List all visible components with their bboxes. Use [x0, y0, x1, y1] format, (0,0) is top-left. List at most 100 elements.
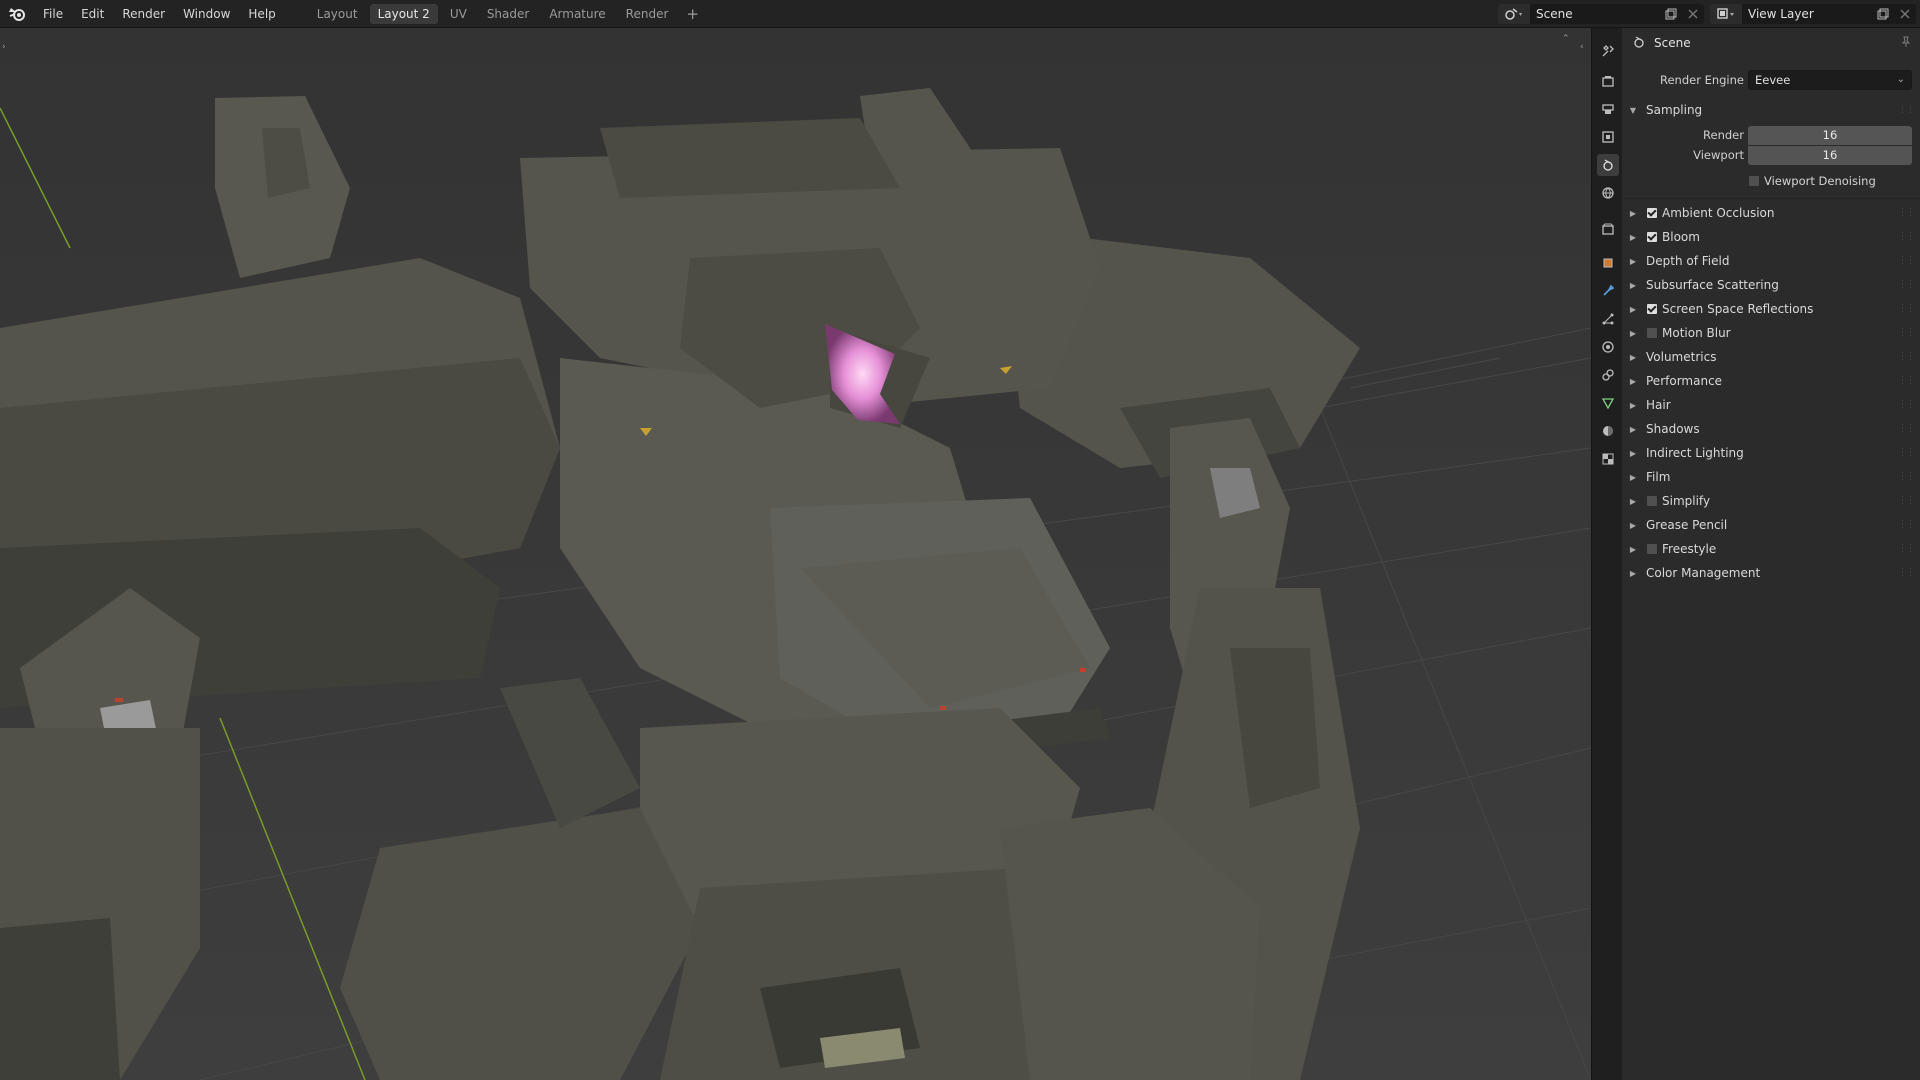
panel-sampling[interactable]: ▼ Sampling ⋮⋮ — [1622, 98, 1920, 122]
panel-label: Bloom — [1662, 230, 1700, 244]
scene-properties-icon[interactable] — [1597, 154, 1619, 176]
sampling-render-field[interactable]: 16 — [1748, 125, 1912, 145]
panel-label: Simplify — [1662, 494, 1711, 508]
drag-grip-icon[interactable]: ⋮⋮ — [1898, 448, 1915, 458]
remove-view-layer-icon[interactable] — [1894, 4, 1916, 24]
render-engine-value: Eevee — [1755, 73, 1791, 87]
data-icon[interactable] — [1597, 392, 1619, 414]
modifier-icon[interactable] — [1597, 280, 1619, 302]
render-engine-row: Render Engine Eevee ⌄ — [1622, 68, 1920, 92]
viewport-denoising-checkbox[interactable] — [1748, 175, 1760, 187]
drag-grip-icon[interactable]: ⋮⋮ — [1898, 304, 1915, 314]
drag-grip-icon[interactable]: ⋮⋮ — [1898, 352, 1915, 362]
pin-icon[interactable] — [1900, 36, 1912, 51]
panel-enable-checkbox[interactable] — [1646, 495, 1658, 507]
drag-grip-icon[interactable]: ⋮⋮ — [1898, 520, 1915, 530]
panel-enable-checkbox[interactable] — [1646, 543, 1658, 555]
collapsed-arrow-icon: ▶ — [1629, 352, 1637, 362]
toolbar-expand-icon[interactable]: › — [2, 42, 6, 52]
view-layer-selector[interactable]: View Layer — [1710, 4, 1916, 24]
drag-grip-icon[interactable]: ⋮⋮ — [1898, 400, 1915, 410]
sidebar-expand-icon[interactable]: ‹ — [1580, 42, 1584, 52]
new-scene-icon[interactable] — [1660, 4, 1682, 24]
panel-label: Motion Blur — [1662, 326, 1731, 340]
scene-selector[interactable]: Scene — [1498, 4, 1704, 24]
menu-edit[interactable]: Edit — [72, 0, 113, 28]
panel-depth-of-field[interactable]: ▶ Depth of Field ⋮⋮ — [1622, 249, 1920, 273]
menu-window[interactable]: Window — [174, 0, 239, 28]
drag-grip-icon[interactable]: ⋮⋮ — [1898, 376, 1915, 386]
panel-shadows[interactable]: ▶ Shadows ⋮⋮ — [1622, 417, 1920, 441]
tab-uv[interactable]: UV — [442, 4, 475, 24]
panel-hair[interactable]: ▶ Hair ⋮⋮ — [1622, 393, 1920, 417]
panel-grease-pencil[interactable]: ▶ Grease Pencil ⋮⋮ — [1622, 513, 1920, 537]
sampling-viewport-field[interactable]: 16 — [1748, 145, 1912, 165]
tab-shader[interactable]: Shader — [479, 4, 538, 24]
drag-grip-icon[interactable]: ⋮⋮ — [1898, 568, 1915, 578]
panel-motion-blur[interactable]: ▶ Motion Blur ⋮⋮ — [1622, 321, 1920, 345]
add-workspace-button[interactable]: + — [680, 5, 705, 23]
drag-grip-icon[interactable]: ⋮⋮ — [1898, 424, 1915, 434]
panel-indirect-lighting[interactable]: ▶ Indirect Lighting ⋮⋮ — [1622, 441, 1920, 465]
panel-enable-checkbox[interactable] — [1646, 327, 1658, 339]
view-layer-icon[interactable] — [1710, 4, 1742, 24]
collapsed-arrow-icon: ▶ — [1629, 208, 1637, 218]
panel-bloom[interactable]: ▶ Bloom ⋮⋮ — [1622, 225, 1920, 249]
drag-grip-icon[interactable]: ⋮⋮ — [1898, 232, 1915, 242]
physics-icon[interactable] — [1597, 336, 1619, 358]
panel-film[interactable]: ▶ Film ⋮⋮ — [1622, 465, 1920, 489]
tab-layout-2[interactable]: Layout 2 — [369, 3, 438, 24]
panel-color-management[interactable]: ▶ Color Management ⋮⋮ — [1622, 561, 1920, 585]
render-engine-dropdown[interactable]: Eevee ⌄ — [1748, 70, 1912, 90]
new-view-layer-icon[interactable] — [1872, 4, 1894, 24]
panel-screen-space-reflections[interactable]: ▶ Screen Space Reflections ⋮⋮ — [1622, 297, 1920, 321]
tab-armature[interactable]: Armature — [541, 4, 613, 24]
panel-label: Screen Space Reflections — [1662, 302, 1814, 316]
drag-grip-icon[interactable]: ⋮⋮ — [1898, 208, 1915, 218]
menu-render[interactable]: Render — [113, 0, 174, 28]
drag-grip-icon[interactable]: ⋮⋮ — [1898, 280, 1915, 290]
drag-grip-icon[interactable]: ⋮⋮ — [1898, 496, 1915, 506]
scene-icon[interactable] — [1498, 4, 1530, 24]
panel-performance[interactable]: ▶ Performance ⋮⋮ — [1622, 369, 1920, 393]
panel-enable-checkbox[interactable] — [1646, 231, 1658, 243]
material-icon[interactable] — [1597, 420, 1619, 442]
blender-logo-icon[interactable] — [0, 0, 34, 28]
panel-enable-checkbox[interactable] — [1646, 303, 1658, 315]
panel-volumetrics[interactable]: ▶ Volumetrics ⋮⋮ — [1622, 345, 1920, 369]
drag-grip-icon[interactable]: ⋮⋮ — [1898, 472, 1915, 482]
tab-layout[interactable]: Layout — [309, 4, 366, 24]
viewport-collapse-chevron-icon[interactable]: ⌃ — [1562, 34, 1570, 44]
texture-icon[interactable] — [1597, 448, 1619, 470]
collapsed-arrow-icon: ▶ — [1629, 376, 1637, 386]
constraints-icon[interactable] — [1597, 364, 1619, 386]
menu-file[interactable]: File — [34, 0, 72, 28]
particles-icon[interactable] — [1597, 308, 1619, 330]
view-layer-icon[interactable] — [1597, 126, 1619, 148]
panel-label: Subsurface Scattering — [1646, 278, 1779, 292]
panel-freestyle[interactable]: ▶ Freestyle ⋮⋮ — [1622, 537, 1920, 561]
drag-grip-icon[interactable]: ⋮⋮ — [1898, 328, 1915, 338]
panel-label: Depth of Field — [1646, 254, 1730, 268]
panel-ambient-occlusion[interactable]: ▶ Ambient Occlusion ⋮⋮ — [1622, 201, 1920, 225]
object-icon[interactable] — [1597, 252, 1619, 274]
properties-header-title: Scene — [1654, 36, 1691, 50]
drag-grip-icon[interactable]: ⋮⋮ — [1898, 544, 1915, 554]
collection-icon[interactable] — [1597, 218, 1619, 240]
output-icon[interactable] — [1597, 98, 1619, 120]
scene-name-field[interactable]: Scene — [1530, 4, 1660, 24]
world-icon[interactable] — [1597, 182, 1619, 204]
panel-enable-checkbox[interactable] — [1646, 207, 1658, 219]
remove-scene-icon[interactable] — [1682, 4, 1704, 24]
drag-grip-icon[interactable]: ⋮⋮ — [1898, 105, 1915, 115]
tool-icon[interactable] — [1597, 40, 1619, 62]
collapsed-arrow-icon: ▶ — [1629, 472, 1637, 482]
menu-help[interactable]: Help — [239, 0, 284, 28]
render-icon[interactable] — [1597, 70, 1619, 92]
tab-render[interactable]: Render — [618, 4, 677, 24]
panel-subsurface-scattering[interactable]: ▶ Subsurface Scattering ⋮⋮ — [1622, 273, 1920, 297]
view-layer-name-field[interactable]: View Layer — [1742, 4, 1872, 24]
drag-grip-icon[interactable]: ⋮⋮ — [1898, 256, 1915, 266]
3d-viewport[interactable]: › ⌃ ‹ — [0, 28, 1591, 1080]
panel-simplify[interactable]: ▶ Simplify ⋮⋮ — [1622, 489, 1920, 513]
